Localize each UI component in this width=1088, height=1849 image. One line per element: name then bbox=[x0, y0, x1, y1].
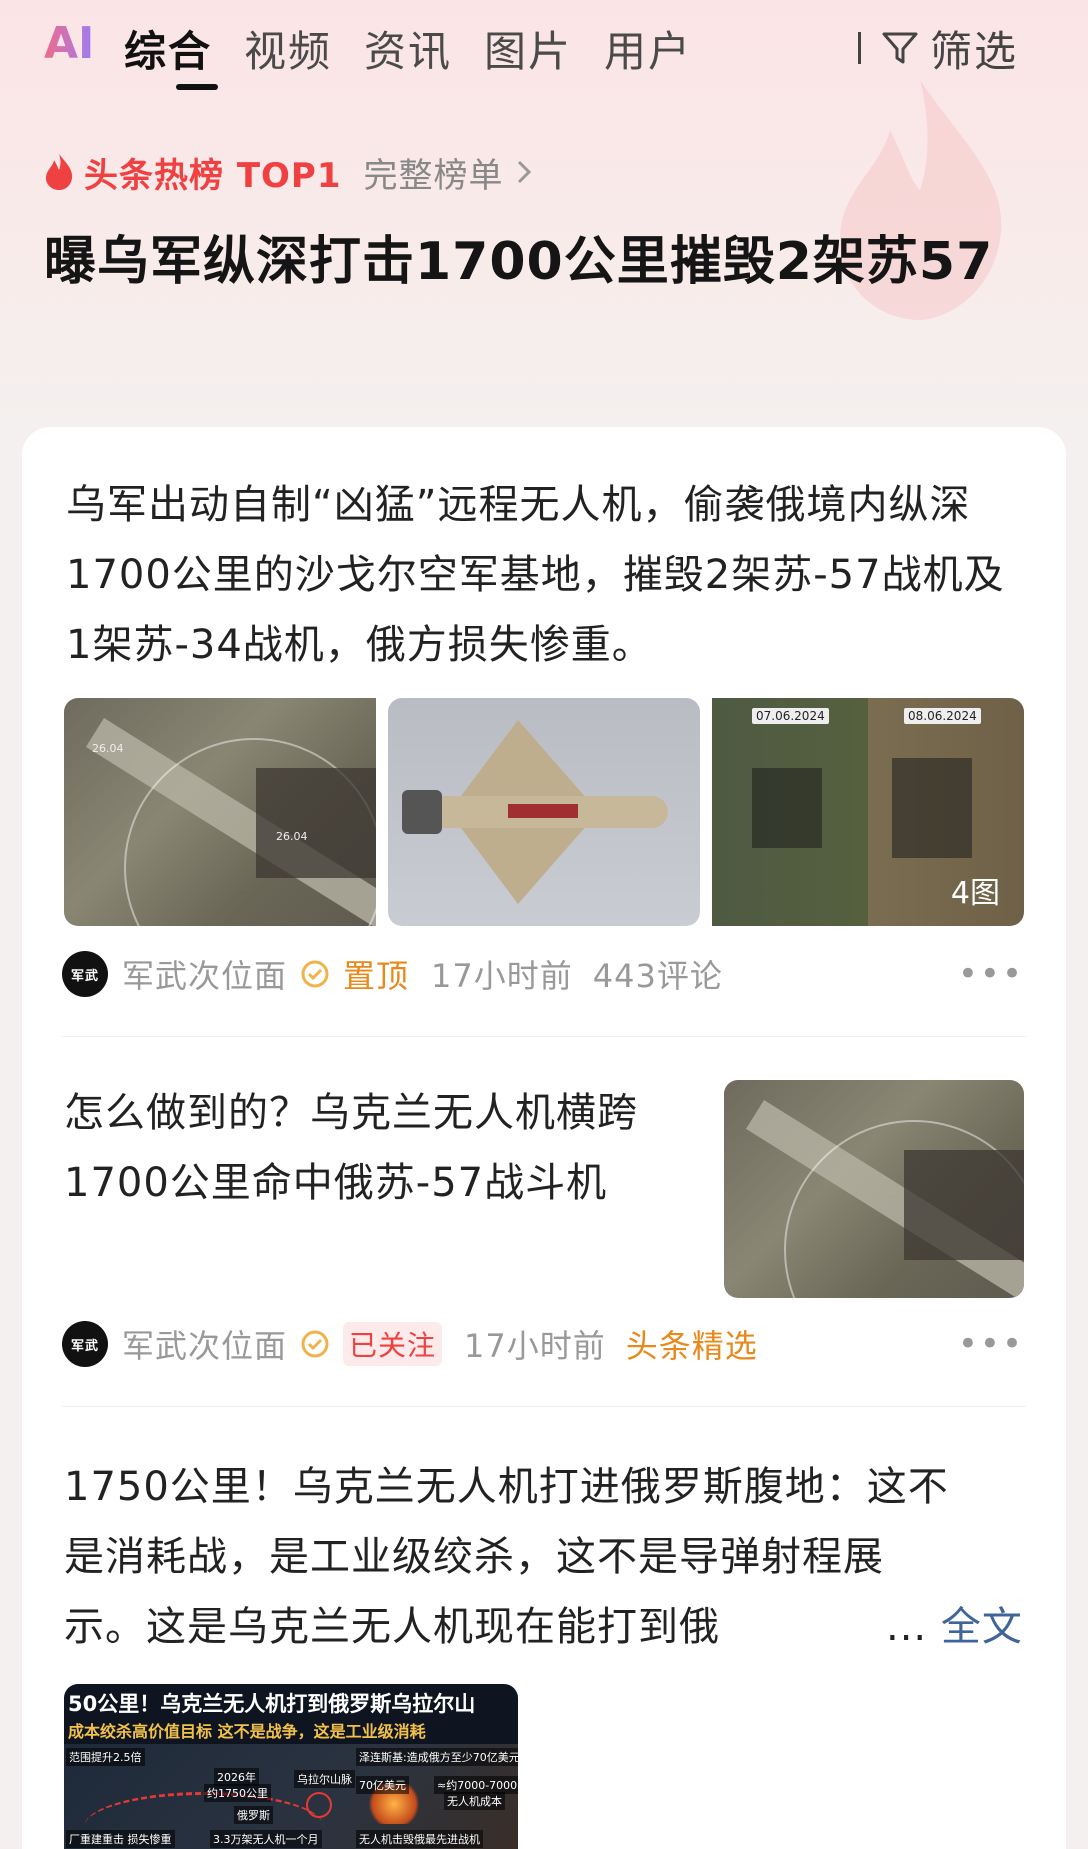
full-text-label[interactable]: 全文 bbox=[941, 1604, 1023, 1650]
damage-comparison-image[interactable]: 07.06.2024 08.06.2024 4图 bbox=[712, 698, 1024, 926]
full-list-link[interactable]: 完整榜单 bbox=[364, 148, 504, 197]
filter-button[interactable]: 筛选 bbox=[880, 18, 1018, 78]
tab-images[interactable]: 图片 bbox=[484, 18, 572, 79]
hot-list-label: 头条热榜 TOP1 bbox=[84, 155, 342, 196]
article-3-body: 1750公里！乌克兰无人机打进俄罗斯腹地：这不是消耗战，是工业级绞杀，这不是导弹… bbox=[64, 1464, 949, 1650]
infographic-chip: 厂重建重击 损失惨重 bbox=[66, 1830, 175, 1848]
ellipsis: ... bbox=[886, 1604, 928, 1650]
divider bbox=[62, 1036, 1026, 1037]
verified-badge-icon bbox=[301, 1330, 329, 1358]
comment-count[interactable]: 443评论 bbox=[593, 951, 723, 997]
filter-icon bbox=[882, 32, 918, 64]
article-1-meta: 军武 军武次位面 置顶 17小时前 443评论 bbox=[62, 950, 723, 998]
hot-headline[interactable]: 曝乌军纵深打击1700公里摧毁2架苏57 bbox=[44, 220, 1044, 304]
verified-badge-icon bbox=[301, 960, 329, 988]
article-2-thumbnail[interactable] bbox=[724, 1080, 1024, 1298]
source-name[interactable]: 军武次位面 bbox=[122, 951, 287, 997]
article-3-infographic[interactable]: 50公里！乌克兰无人机打到俄罗斯乌拉尔山 成本绞杀高价值目标 这不是战争，这是工… bbox=[64, 1684, 518, 1849]
infographic-chip: 70亿美元 bbox=[356, 1776, 409, 1794]
article-1-images[interactable]: 26.04 26.04 07.06.2024 08.06.2024 4图 bbox=[64, 698, 1024, 926]
avatar[interactable]: 军武 bbox=[62, 1321, 108, 1367]
infographic-chip: 无人机成本 bbox=[444, 1792, 505, 1810]
tab-divider bbox=[858, 32, 861, 64]
flame-icon bbox=[46, 154, 73, 190]
sat-label: 26.04 bbox=[276, 830, 308, 843]
article-1-text[interactable]: 乌军出动自制“凶猛”远程无人机，偷袭俄境内纵深1700公里的沙戈尔空军基地，摧毁… bbox=[66, 470, 1026, 680]
tab-ai[interactable]: AI bbox=[44, 18, 94, 69]
tab-news[interactable]: 资讯 bbox=[364, 18, 452, 79]
date-after: 08.06.2024 bbox=[904, 708, 981, 724]
timestamp: 17小时前 bbox=[464, 1327, 606, 1365]
editor-pick-tag: 头条精选 bbox=[625, 1327, 758, 1365]
more-icon[interactable]: ••• bbox=[958, 954, 1024, 994]
divider bbox=[62, 1406, 1026, 1407]
su57-jet-image[interactable] bbox=[388, 698, 700, 926]
followed-badge[interactable]: 已关注 bbox=[343, 1322, 443, 1366]
satellite-image[interactable]: 26.04 26.04 bbox=[64, 698, 376, 926]
infographic-subtitle: 成本绞杀高价值目标 这不是战争，这是工业级消耗 bbox=[68, 1722, 426, 1741]
home-indicator bbox=[840, 1826, 1012, 1844]
timestamp: 17小时前 bbox=[431, 957, 573, 995]
sat-label: 26.04 bbox=[92, 742, 124, 755]
infographic-chip: 泽连斯基:造成俄方至少70亿美元 bbox=[356, 1748, 518, 1766]
tab-video[interactable]: 视频 bbox=[244, 18, 332, 79]
infographic-chip: 3.3万架无人机一个月 bbox=[210, 1830, 322, 1848]
tab-all[interactable]: 综合 bbox=[124, 18, 212, 79]
chevron-right-icon bbox=[517, 160, 531, 184]
infographic-chip: 无人机击毁俄最先进战机 bbox=[356, 1830, 483, 1848]
infographic-chip: 范围提升2.5倍 bbox=[66, 1748, 145, 1766]
hot-list-row[interactable]: 头条热榜 TOP1 完整榜单 bbox=[44, 148, 532, 196]
infographic-chip: 俄罗斯 bbox=[234, 1806, 273, 1824]
infographic-chip: 约1750公里 bbox=[204, 1784, 271, 1802]
pinned-tag: 置顶 bbox=[343, 957, 410, 995]
source-name[interactable]: 军武次位面 bbox=[122, 1321, 287, 1367]
infographic-title: 50公里！乌克兰无人机打到俄罗斯乌拉尔山 bbox=[68, 1692, 476, 1716]
active-tab-indicator bbox=[176, 84, 218, 90]
image-count: 4图 bbox=[950, 876, 1000, 911]
full-text-link[interactable]: ... 全文 bbox=[886, 1592, 1023, 1662]
tab-users[interactable]: 用户 bbox=[604, 18, 692, 79]
more-icon[interactable]: ••• bbox=[958, 1324, 1024, 1364]
article-2-text[interactable]: 怎么做到的？乌克兰无人机横跨1700公里命中俄苏-57战斗机 bbox=[64, 1078, 684, 1218]
article-2-meta: 军武 军武次位面 已关注 17小时前 头条精选 bbox=[62, 1320, 758, 1368]
avatar[interactable]: 军武 bbox=[62, 951, 108, 997]
date-before: 07.06.2024 bbox=[752, 708, 829, 724]
infographic-chip: 乌拉尔山脉 bbox=[294, 1770, 355, 1788]
